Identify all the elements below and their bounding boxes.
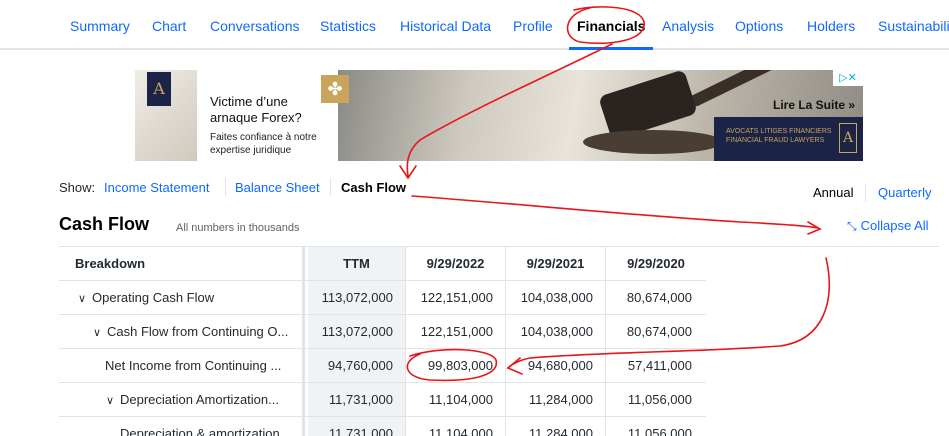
value-cell: 113,072,000: [308, 281, 406, 314]
header-breakdown: Breakdown: [59, 247, 305, 280]
table-row: Depreciation & amortization 11,731,000 1…: [59, 417, 706, 436]
ad-headline-1: Victime d’une: [210, 94, 288, 109]
ad-subtext-1: Faites confiance à notre: [210, 132, 317, 143]
annotation-arrowhead: [399, 165, 417, 180]
ad-banner[interactable]: A Victime d’une arnaque Forex? Faites co…: [135, 70, 863, 161]
value-cell: 94,760,000: [308, 349, 406, 382]
clover-icon: ✤: [321, 75, 349, 103]
collapse-icon: ⤡: [847, 219, 857, 233]
value-cell: 11,104,000: [406, 417, 506, 436]
header-col-2021: 9/29/2021: [506, 247, 606, 280]
show-divider: [330, 178, 331, 196]
table-row: Net Income from Continuing ... 94,760,00…: [59, 349, 706, 383]
annotation-arrowhead: [807, 221, 822, 235]
value-cell: 11,731,000: [308, 383, 406, 416]
tab-historical-data[interactable]: Historical Data: [400, 18, 491, 34]
tab-chart[interactable]: Chart: [152, 18, 186, 34]
annotation-line-to-collapse: [411, 195, 819, 229]
show-divider: [225, 178, 226, 196]
cash-flow-link[interactable]: Cash Flow: [341, 180, 406, 195]
ad-brand-panel: AVOCATS LITIGES FINANCIERS FINANCIAL FRA…: [714, 117, 863, 161]
quarterly-toggle[interactable]: Quarterly: [878, 185, 931, 200]
value-cell: 80,674,000: [626, 324, 692, 339]
income-statement-link[interactable]: Income Statement: [104, 180, 210, 195]
tab-profile[interactable]: Profile: [513, 18, 553, 34]
ad-logo: A: [147, 72, 171, 106]
annual-toggle[interactable]: Annual: [813, 185, 853, 200]
value-cell: 11,056,000: [627, 426, 692, 436]
table-row[interactable]: ∨ Depreciation Amortization... 11,731,000…: [59, 383, 706, 417]
value-cell: 57,411,000: [627, 358, 692, 373]
row-label: Net Income from Continuing ...: [59, 349, 305, 382]
ad-cta-link[interactable]: Lire La Suite »: [773, 98, 855, 112]
header-col-2022: 9/29/2022: [406, 247, 506, 280]
tab-financials[interactable]: Financials: [568, 18, 654, 50]
period-divider: [865, 184, 866, 202]
ad-brand-logo: A: [839, 123, 857, 153]
value-cell: 99,803,000: [406, 349, 506, 382]
value-cell: 11,731,000: [308, 417, 406, 436]
tab-analysis[interactable]: Analysis: [662, 18, 714, 34]
value-cell: 94,680,000: [506, 349, 606, 382]
value-cell: 113,072,000: [308, 315, 406, 348]
cash-flow-table: Breakdown TTM 9/29/2022 9/29/2021 9/29/2…: [59, 247, 706, 436]
row-label[interactable]: ∨ Cash Flow from Continuing O...: [59, 315, 305, 348]
units-note: All numbers in thousands: [176, 222, 300, 234]
value-cell: 11,056,000: [627, 392, 692, 407]
ad-subtext-2: expertise juridique: [210, 145, 292, 156]
value-cell: 11,284,000: [506, 417, 606, 436]
header-col-2020: 9/29/2020: [627, 256, 685, 271]
show-label: Show:: [59, 180, 96, 195]
quote-nav: Summary Chart Conversations Statistics H…: [0, 0, 949, 50]
collapse-all-button[interactable]: ⤡ Collapse All: [847, 218, 929, 234]
row-label: Depreciation & amortization: [59, 417, 305, 436]
chevron-down-icon[interactable]: ∨: [78, 283, 92, 314]
header-ttm: TTM: [308, 247, 406, 280]
value-cell: 11,104,000: [406, 383, 506, 416]
row-label[interactable]: ∨ Depreciation Amortization...: [59, 383, 305, 416]
tab-conversations[interactable]: Conversations: [210, 18, 300, 34]
table-row[interactable]: ∨ Operating Cash Flow 113,072,000 122,151…: [59, 281, 706, 315]
table-header-row: Breakdown TTM 9/29/2022 9/29/2021 9/29/2…: [59, 247, 706, 281]
value-cell: 122,151,000: [406, 281, 506, 314]
adchoices-icon[interactable]: ▷✕: [833, 70, 863, 86]
value-cell: 122,151,000: [406, 315, 506, 348]
gavel-base: [583, 130, 723, 154]
tab-options[interactable]: Options: [735, 18, 783, 34]
value-cell: 104,038,000: [506, 281, 606, 314]
ad-text-panel: Victime d’une arnaque Forex? Faites conf…: [197, 70, 338, 161]
chevron-down-icon[interactable]: ∨: [106, 385, 120, 416]
tab-summary[interactable]: Summary: [70, 18, 130, 34]
tab-sustainability[interactable]: Sustainability: [878, 18, 949, 34]
balance-sheet-link[interactable]: Balance Sheet: [235, 180, 320, 195]
value-cell: 11,284,000: [506, 383, 606, 416]
table-row[interactable]: ∨ Cash Flow from Continuing O... 113,072,…: [59, 315, 706, 349]
section-title: Cash Flow: [59, 214, 150, 234]
collapse-all-label: Collapse All: [860, 218, 929, 233]
tab-holders[interactable]: Holders: [807, 18, 855, 34]
row-label[interactable]: ∨ Operating Cash Flow: [59, 281, 305, 314]
tab-statistics[interactable]: Statistics: [320, 18, 376, 34]
value-cell: 80,674,000: [626, 290, 692, 305]
chevron-down-icon[interactable]: ∨: [93, 317, 107, 348]
ad-headline-2: arnaque Forex?: [210, 110, 302, 125]
value-cell: 104,038,000: [506, 315, 606, 348]
